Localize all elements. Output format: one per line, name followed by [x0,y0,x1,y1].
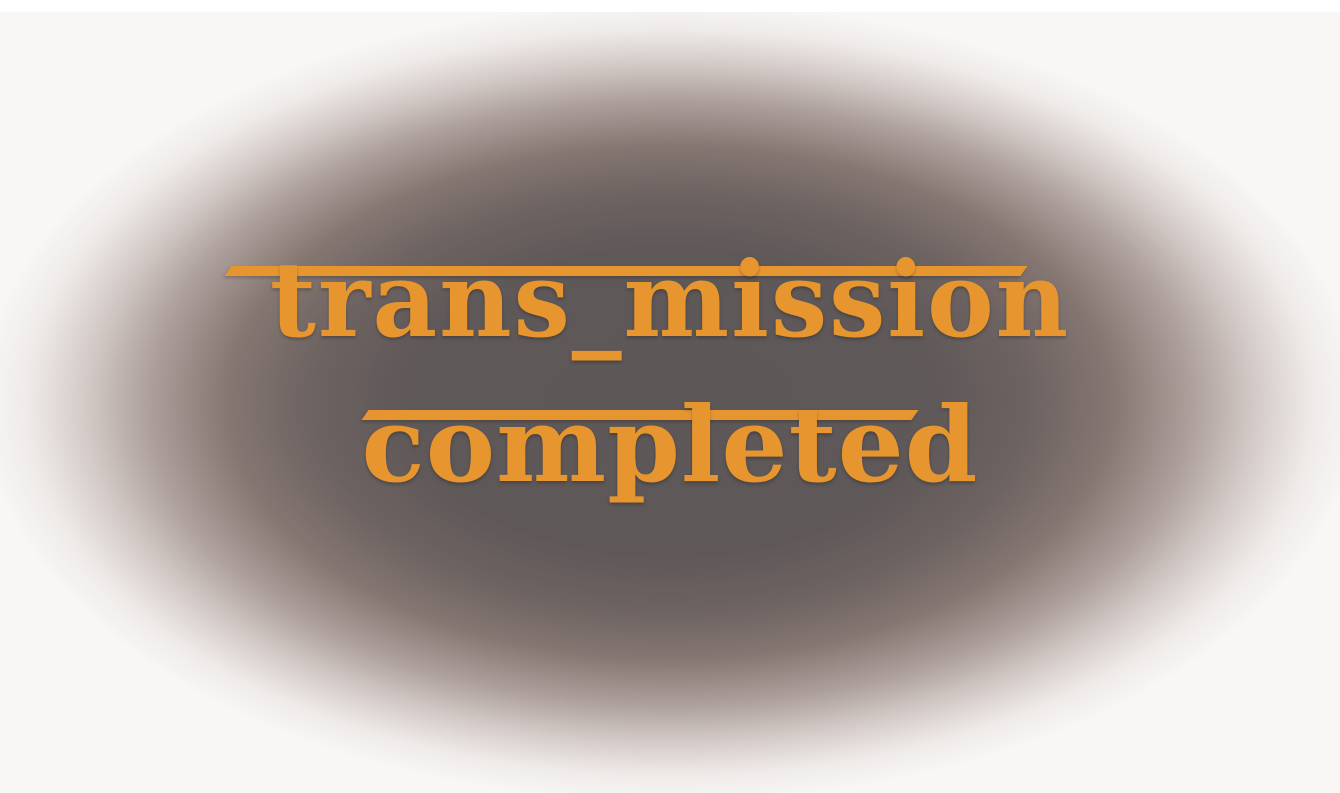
message-line-2: completed [361,383,979,506]
status-message: trans_mission completed [0,0,1340,793]
message-line-1: trans_mission [269,238,1071,361]
transmission-screen: trans_mission completed [0,0,1340,793]
